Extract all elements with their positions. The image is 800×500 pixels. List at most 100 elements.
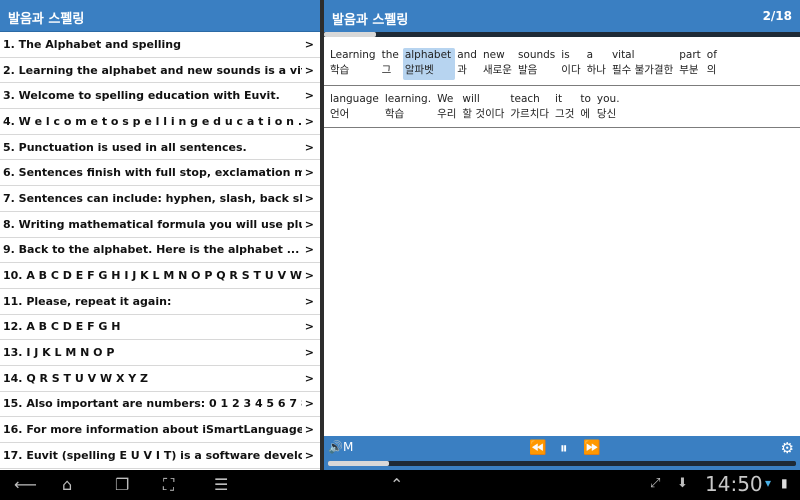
- lesson-list-item[interactable]: 12. A B C D E F G H >: [0, 314, 320, 341]
- word-pair[interactable]: to 에: [578, 92, 595, 124]
- pause-icon[interactable]: ⏸: [560, 439, 568, 457]
- lesson-list-item[interactable]: 16. For more information about iSmartLan…: [0, 417, 320, 443]
- lesson-list-item[interactable]: 5. Punctuation is used in all sentences.…: [0, 134, 320, 161]
- lesson-list: 1. The Alphabet and spelling >2. Learning…: [0, 32, 320, 469]
- korean-translation: 우리: [437, 108, 457, 120]
- lesson-item-label: 10. A B C D E F G H I J K L M N O P Q R …: [3, 269, 302, 283]
- english-word: language: [330, 93, 379, 105]
- rewind-icon[interactable]: ⏪: [529, 440, 546, 456]
- chevron-right-icon: >: [304, 217, 314, 231]
- lesson-list-item[interactable]: 13. I J K L M N O P >: [0, 340, 320, 366]
- lesson-item-label: 3. Welcome to spelling education with Eu…: [3, 89, 280, 103]
- korean-translation: 언어: [330, 108, 350, 120]
- chevron-up-icon[interactable]: ⌃: [390, 475, 403, 494]
- english-word: new: [482, 49, 505, 61]
- korean-translation: 그: [381, 64, 392, 76]
- screenshot-icon[interactable]: ⛶: [163, 475, 174, 495]
- lesson-item-label: 6. Sentences finish with full stop, excl…: [3, 166, 302, 180]
- voice-speaker-button[interactable]: 🔊M: [328, 440, 353, 454]
- lesson-item-label: 1. The Alphabet and spelling: [3, 37, 181, 51]
- word-pair[interactable]: and 과: [455, 48, 481, 80]
- reader-header: 발음과 스펠링 2/18: [324, 0, 800, 32]
- lesson-list-item[interactable]: 15. Also important are numbers: 0 1 2 3 …: [0, 391, 320, 418]
- word-pair[interactable]: it 그것: [553, 92, 578, 124]
- word-pair[interactable]: learning. 학습: [383, 92, 435, 124]
- word-pair[interactable]: language 언어: [328, 92, 383, 124]
- english-word: it: [555, 93, 563, 105]
- lesson-list-item[interactable]: 4. W e l c o m e t o s p e l l i n g e d…: [0, 109, 320, 135]
- korean-translation: 학습: [330, 64, 350, 76]
- chevron-right-icon: >: [304, 294, 314, 308]
- word-pair[interactable]: the 그: [380, 48, 403, 80]
- english-word: vital: [611, 49, 635, 61]
- lesson-item-label: 15. Also important are numbers: 0 1 2 3 …: [3, 397, 302, 411]
- sentence-divider: [324, 127, 800, 128]
- chevron-right-icon: >: [304, 191, 314, 205]
- korean-translation: 새로운: [482, 64, 512, 76]
- lesson-list-item[interactable]: 11. Please, repeat it again: >: [0, 288, 320, 315]
- page-counter: 2/18: [762, 9, 792, 23]
- expand-icon: ⤢: [650, 476, 661, 491]
- lesson-list-item[interactable]: 10. A B C D E F G H I J K L M N O P Q R …: [0, 263, 320, 289]
- word-pair[interactable]: of 의: [705, 48, 721, 80]
- chevron-right-icon: >: [304, 63, 314, 77]
- english-word: We: [437, 93, 454, 105]
- lesson-list-item[interactable]: 7. Sentences can include: hyphen, slash,…: [0, 186, 320, 212]
- recent-apps-icon[interactable]: ❐: [115, 475, 129, 494]
- english-word: learning.: [384, 93, 432, 105]
- battery-icon: ▮: [781, 476, 788, 490]
- word-pair[interactable]: We 우리: [435, 92, 460, 124]
- chevron-right-icon: >: [304, 140, 314, 154]
- audio-seek-bar[interactable]: [328, 461, 796, 466]
- word-pair[interactable]: alphabet 알파벳: [402, 48, 456, 80]
- english-word: sounds: [517, 49, 556, 61]
- english-word: Learning: [330, 49, 376, 61]
- word-pair[interactable]: teach 가르치다: [508, 92, 553, 124]
- lesson-list-item[interactable]: 3. Welcome to spelling education with Eu…: [0, 83, 320, 110]
- forward-icon[interactable]: ⏩: [583, 440, 600, 456]
- korean-translation: 발음: [517, 64, 538, 76]
- word-pair[interactable]: new 새로운: [481, 48, 516, 80]
- lesson-list-panel: 발음과 스펠링 1. The Alphabet and spelling >2. …: [0, 0, 320, 470]
- lesson-list-item[interactable]: 2. Learning the alphabet and new sounds …: [0, 57, 320, 84]
- word-pair[interactable]: part 부분: [677, 48, 705, 80]
- english-word: is: [561, 49, 570, 61]
- wifi-icon: ▾: [765, 476, 772, 490]
- chevron-right-icon: >: [304, 269, 314, 283]
- lesson-list-item[interactable]: 14. Q R S T U V W X Y Z >: [0, 365, 320, 392]
- reader-panel: 발음과 스펠링 2/18 Learning 학습 the 그 alphabet 알파벳 an…: [324, 0, 800, 470]
- sentence-line-1: Learning 학습 the 그 alphabet 알파벳 and 과 new 새로운 sound…: [328, 48, 721, 80]
- word-pair[interactable]: Learning 학습: [328, 48, 380, 80]
- word-pair[interactable]: vital 필수 불가결한: [610, 48, 677, 80]
- korean-translation: 할 것이다: [462, 108, 505, 120]
- word-pair[interactable]: will 할 것이다: [460, 92, 508, 124]
- lesson-list-item[interactable]: 1. The Alphabet and spelling >: [0, 32, 320, 58]
- lesson-list-item[interactable]: 9. Back to the alphabet. Here is the alp…: [0, 237, 320, 264]
- lesson-item-label: 8. Writing mathematical formula you will…: [3, 217, 302, 231]
- lesson-item-label: 14. Q R S T U V W X Y Z: [3, 371, 149, 385]
- chevron-right-icon: >: [304, 37, 314, 51]
- lesson-item-label: 12. A B C D E F G H: [3, 320, 121, 334]
- korean-translation: 학습: [384, 108, 405, 120]
- english-word: you.: [596, 93, 620, 105]
- english-word: teach: [510, 93, 540, 105]
- menu-icon[interactable]: ☰: [214, 475, 228, 494]
- lesson-list-item[interactable]: 17. Euvit (spelling E U V I T) is a soft…: [0, 443, 320, 469]
- korean-translation: 과: [457, 64, 467, 76]
- back-icon[interactable]: ⟵: [14, 475, 37, 494]
- word-pair[interactable]: sounds 발음: [516, 48, 559, 80]
- word-pair[interactable]: a 하나: [585, 48, 610, 80]
- lesson-list-item[interactable]: 6. Sentences finish with full stop, excl…: [0, 160, 320, 187]
- home-icon[interactable]: ⌂: [62, 475, 72, 494]
- settings-gear-icon[interactable]: ⚙: [781, 439, 794, 457]
- lesson-item-label: 2. Learning the alphabet and new sounds …: [3, 63, 302, 77]
- chevron-right-icon: >: [304, 371, 314, 385]
- lesson-item-label: 17. Euvit (spelling E U V I T) is a soft…: [3, 448, 302, 462]
- word-pair[interactable]: is 이다: [559, 48, 584, 80]
- page-progress-track: [324, 32, 800, 37]
- english-word: to: [580, 93, 591, 105]
- lesson-list-item[interactable]: 8. Writing mathematical formula you will…: [0, 211, 320, 238]
- word-pair[interactable]: you. 당신: [595, 92, 624, 124]
- korean-translation: 하나: [586, 64, 606, 76]
- reader-title: 발음과 스펠링: [332, 13, 409, 28]
